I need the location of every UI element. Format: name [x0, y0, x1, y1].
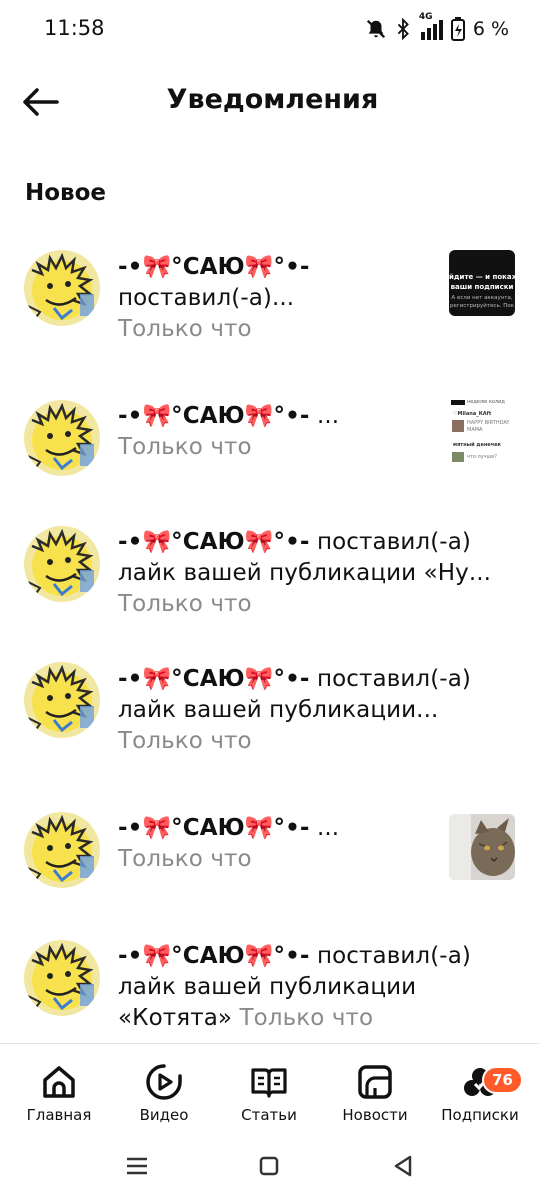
status-time: 11:58	[44, 16, 105, 40]
thumb-text: HAPPY BIRTHDAY	[467, 420, 510, 426]
home-system-button[interactable]	[254, 1151, 284, 1181]
avatar[interactable]	[24, 940, 100, 1016]
notification-text: -•🎀°САЮ🎀°•- ... Только что	[118, 813, 443, 875]
post-thumbnail[interactable]: неделю колид ♡Milana_КАft HAPPY BIRTHDAY…	[449, 398, 515, 464]
notification-item[interactable]: -•🎀°САЮ🎀°•- поставил(-а)... Только что й…	[0, 250, 539, 350]
user-name[interactable]: -•🎀°САЮ🎀°•-	[118, 815, 310, 841]
thumb-text: йдите — и покаже	[449, 273, 515, 281]
user-name[interactable]: -•🎀°САЮ🎀°•-	[118, 254, 310, 280]
notification-item[interactable]: -•🎀°САЮ🎀°•- ... Только что	[0, 812, 539, 892]
nav-label: Статьи	[241, 1106, 297, 1124]
notification-item[interactable]: -•🎀°САЮ🎀°•- поставил(-а) лайк вашей публ…	[0, 940, 539, 1040]
avatar[interactable]	[24, 526, 100, 602]
avatar[interactable]	[24, 250, 100, 326]
battery-icon	[450, 17, 465, 41]
avatar[interactable]	[24, 662, 100, 738]
post-thumbnail[interactable]	[449, 814, 515, 880]
section-title: Новое	[25, 180, 107, 206]
avatar[interactable]	[24, 812, 100, 888]
nav-item-articles[interactable]: Статьи	[219, 1062, 319, 1124]
bottom-navigation: Главная Видео Статьи Новости Подписки 76	[0, 1043, 539, 1135]
notification-item[interactable]: -•🎀°САЮ🎀°•- поставил(-а) лайк вашей публ…	[0, 662, 539, 762]
menu-icon	[127, 1157, 147, 1175]
articles-icon	[251, 1068, 287, 1098]
news-icon	[358, 1065, 392, 1099]
notification-time: Только что	[118, 591, 252, 617]
notification-time: Только что	[239, 1005, 374, 1031]
thumb-text: МАМА	[467, 427, 483, 433]
battery-percent: 6 %	[472, 18, 509, 40]
notification-action: ...	[316, 403, 340, 429]
notification-action: ...	[316, 815, 340, 841]
notification-item[interactable]: -•🎀°САЮ🎀°•- поставил(-а) лайк вашей публ…	[0, 526, 539, 626]
back-system-button[interactable]	[388, 1151, 418, 1181]
thumb-text: ♡Milana_КАft	[453, 411, 492, 417]
thumb-text: регистрируйтесь. Пок	[449, 303, 515, 309]
network-type: 4G	[418, 12, 433, 22]
notification-time: Только что	[118, 846, 252, 872]
video-icon	[146, 1064, 182, 1100]
recent-apps-button[interactable]	[122, 1151, 152, 1181]
home-icon	[43, 1066, 75, 1098]
notification-item[interactable]: -•🎀°САЮ🎀°•- ... Только что неделю колид …	[0, 398, 539, 478]
thumb-text: неделю колид	[467, 399, 505, 405]
notification-text: -•🎀°САЮ🎀°•- ... Только что	[118, 401, 443, 463]
triangle-back-icon	[394, 1155, 412, 1177]
signal-icon: 4G	[419, 12, 443, 40]
notification-text: -•🎀°САЮ🎀°•- поставил(-а) лайк вашей публ…	[118, 527, 521, 620]
thumb-text: мятный денечек	[453, 442, 501, 448]
user-name[interactable]: -•🎀°САЮ🎀°•-	[118, 403, 310, 429]
nav-label: Подписки	[441, 1106, 519, 1124]
nav-item-news[interactable]: Новости	[325, 1062, 425, 1124]
notification-count-badge: 76	[482, 1066, 523, 1094]
nav-label: Новости	[342, 1106, 408, 1124]
nav-label: Видео	[139, 1106, 189, 1124]
thumb-text: что лучше?	[467, 454, 497, 460]
page-title: Уведомления	[166, 84, 379, 115]
notification-time: Только что	[118, 316, 252, 342]
notification-time: Только что	[118, 434, 252, 460]
nav-label: Главная	[26, 1106, 92, 1124]
notification-time: Только что	[118, 728, 252, 754]
notification-text: -•🎀°САЮ🎀°•- поставил(-а) лайк вашей публ…	[118, 664, 521, 757]
thumb-text: ваши подписки	[450, 283, 514, 291]
bluetooth-icon	[395, 18, 411, 40]
system-navigation-bar	[0, 1135, 539, 1200]
nav-item-home[interactable]: Главная	[9, 1062, 109, 1124]
notification-text: -•🎀°САЮ🎀°•- поставил(-а) лайк вашей публ…	[118, 941, 521, 1034]
user-name[interactable]: -•🎀°САЮ🎀°•-	[118, 529, 310, 555]
header: Уведомления	[0, 70, 539, 134]
square-icon	[259, 1156, 279, 1176]
post-thumbnail[interactable]: йдите — и покаже ваши подписки А если не…	[449, 250, 515, 316]
user-name[interactable]: -•🎀°САЮ🎀°•-	[118, 943, 310, 969]
thumb-text: А если нет аккаунта,	[451, 295, 513, 301]
status-icons: 4G 6 %	[365, 12, 509, 41]
mute-notifications-icon	[365, 18, 387, 40]
status-bar: 11:58 4G 6 %	[0, 0, 539, 58]
notification-action: поставил(-а)...	[118, 285, 295, 311]
avatar[interactable]	[24, 400, 100, 476]
nav-item-video[interactable]: Видео	[114, 1062, 214, 1124]
nav-item-subscriptions[interactable]: Подписки 76	[430, 1062, 530, 1124]
cat-photo	[449, 814, 515, 880]
user-name[interactable]: -•🎀°САЮ🎀°•-	[118, 666, 310, 692]
notification-text: -•🎀°САЮ🎀°•- поставил(-а)... Только что	[118, 252, 443, 345]
